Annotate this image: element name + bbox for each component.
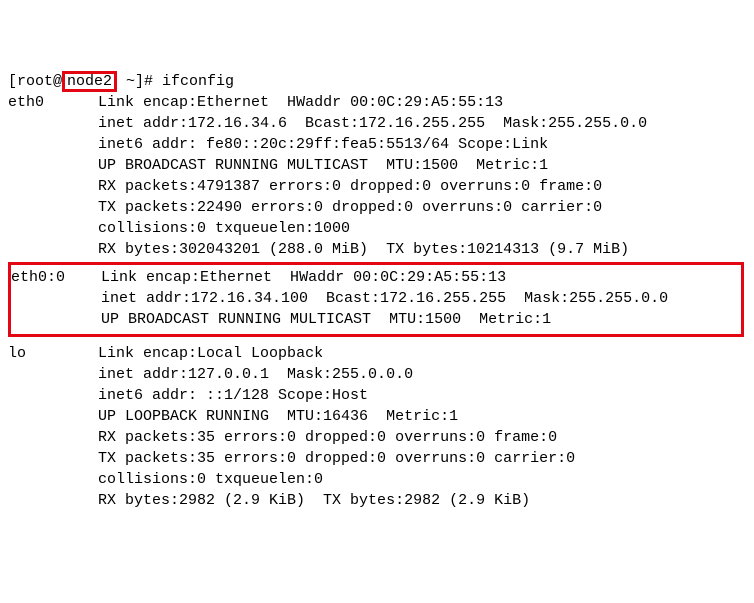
iface-lo: lo Link encap:Local Loopback inet addr:1… [8,345,575,509]
hostname-highlight: node2 [62,71,117,92]
iface-line: Link encap:Local Loopback [98,345,323,362]
iface-line: UP BROADCAST RUNNING MULTICAST MTU:1500 … [98,157,548,174]
iface-line: RX bytes:2982 (2.9 KiB) TX bytes:2982 (2… [98,492,530,509]
iface-line: RX packets:4791387 errors:0 dropped:0 ov… [98,178,602,195]
iface-line: TX packets:35 errors:0 dropped:0 overrun… [98,450,575,467]
iface-line: inet addr:172.16.34.100 Bcast:172.16.255… [101,290,668,307]
iface-line: inet6 addr: fe80::20c:29ff:fea5:5513/64 … [98,136,548,153]
iface-line: RX packets:35 errors:0 dropped:0 overrun… [98,429,557,446]
hostname: node2 [67,73,112,90]
iface-eth0: eth0 Link encap:Ethernet HWaddr 00:0C:29… [8,94,647,258]
iface-name: eth0:0 [11,269,65,286]
iface-line: UP BROADCAST RUNNING MULTICAST MTU:1500 … [101,311,551,328]
prompt-suffix: ~]# [117,73,162,90]
iface-line: RX bytes:302043201 (288.0 MiB) TX bytes:… [98,241,629,258]
iface-line: collisions:0 txqueuelen:0 [98,471,323,488]
iface-line: inet addr:172.16.34.6 Bcast:172.16.255.2… [98,115,647,132]
terminal-output: [root@ node2 ~]# ifconfig eth0 Link encap… [8,71,746,511]
iface-line: Link encap:Ethernet HWaddr 00:0C:29:A5:5… [101,269,506,286]
iface-name: eth0 [8,94,44,111]
iface-line: UP LOOPBACK RUNNING MTU:16436 Metric:1 [98,408,458,425]
prompt-prefix: [root@ [8,73,62,90]
iface-line: collisions:0 txqueuelen:1000 [98,220,350,237]
iface-eth0-0-highlight: eth0:0 Link encap:Ethernet HWaddr 00:0C:… [8,262,744,337]
iface-line: Link encap:Ethernet HWaddr 00:0C:29:A5:5… [98,94,503,111]
iface-line: inet addr:127.0.0.1 Mask:255.0.0.0 [98,366,413,383]
iface-line: inet6 addr: ::1/128 Scope:Host [98,387,368,404]
iface-line: TX packets:22490 errors:0 dropped:0 over… [98,199,602,216]
iface-name: lo [8,345,26,362]
command: ifconfig [162,73,234,90]
